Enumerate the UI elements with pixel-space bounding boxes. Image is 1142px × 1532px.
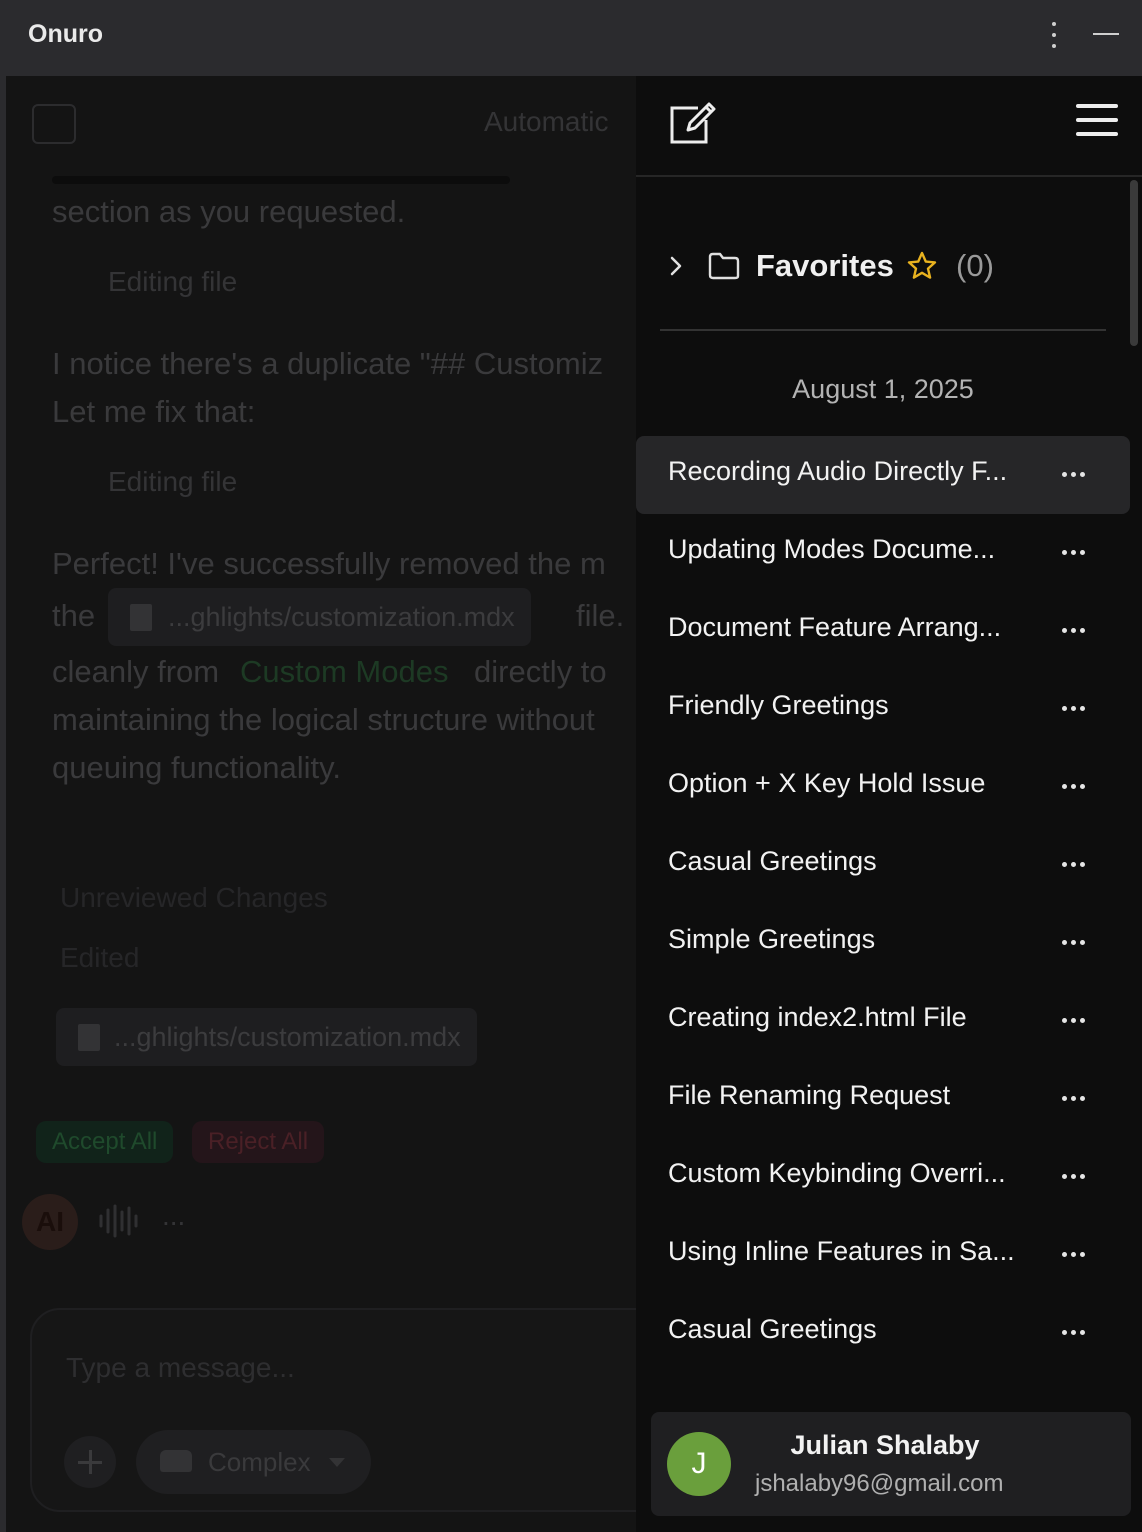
- conversation-item[interactable]: Creating index2.html File: [636, 982, 1130, 1060]
- more-options-icon[interactable]: [1062, 850, 1090, 880]
- user-email: jshalaby96@gmail.com: [755, 1470, 1004, 1497]
- conversation-title: Casual Greetings: [668, 846, 877, 876]
- chat-line-part: directly to: [474, 654, 607, 689]
- avatar: J: [667, 1432, 731, 1496]
- more-options-icon[interactable]: [1062, 538, 1090, 568]
- chat-line: section as you requested.: [52, 194, 406, 229]
- editing-file-status: Editing file: [108, 266, 238, 297]
- user-profile-card[interactable]: J Julian Shalaby jshalaby96@gmail.com: [651, 1412, 1131, 1516]
- chat-line-part: cleanly from: [52, 654, 220, 689]
- favorites-count: (0): [956, 248, 994, 283]
- chat-line: Let me fix that:: [52, 394, 256, 429]
- more-options-icon[interactable]: [1062, 460, 1090, 490]
- waveform-icon[interactable]: [98, 1204, 140, 1238]
- conversation-title: Custom Keybinding Overri...: [668, 1158, 1006, 1188]
- star-icon: [907, 251, 937, 279]
- conversation-item[interactable]: Using Inline Features in Sa...: [636, 1216, 1130, 1294]
- reject-all-button[interactable]: Reject All: [192, 1121, 325, 1163]
- accept-all-button[interactable]: Accept All: [36, 1121, 174, 1163]
- more-options-icon[interactable]: [1062, 772, 1090, 802]
- conversation-title: Friendly Greetings: [668, 690, 889, 720]
- chat-word: file.: [576, 598, 625, 633]
- more-options-icon[interactable]: [1062, 1318, 1090, 1348]
- minimize-icon[interactable]: [1093, 22, 1119, 46]
- more-options-icon[interactable]: [1062, 616, 1090, 646]
- context-folder-icon[interactable]: [32, 104, 76, 144]
- more-options-icon[interactable]: [1062, 928, 1090, 958]
- conversation-list: Recording Audio Directly F... Updating M…: [636, 436, 1130, 1372]
- title-bar: Onuro: [0, 0, 1142, 76]
- new-chat-icon[interactable]: [668, 98, 716, 146]
- conversation-sidebar: Favorites (0) August 1, 2025 Recording A…: [636, 76, 1142, 1532]
- custom-modes-link[interactable]: Custom Modes: [240, 648, 448, 696]
- conversation-item[interactable]: Option + X Key Hold Issue: [636, 748, 1130, 826]
- chat-panel: Automatic section as you requested. Edit…: [6, 76, 636, 1532]
- more-options-icon[interactable]: [1062, 694, 1090, 724]
- car-icon: [160, 1450, 192, 1472]
- file-chip[interactable]: ...ghlights/customization.mdx: [108, 588, 531, 646]
- conversation-title: Option + X Key Hold Issue: [668, 768, 986, 798]
- editing-file-status: Editing file: [108, 466, 238, 497]
- file-icon: [78, 1024, 100, 1051]
- conversation-item[interactable]: Friendly Greetings: [636, 670, 1130, 748]
- conversation-title: Recording Audio Directly F...: [668, 456, 1008, 486]
- conversation-title: Using Inline Features in Sa...: [668, 1236, 1015, 1266]
- conversation-item[interactable]: Document Feature Arrang...: [636, 592, 1130, 670]
- favorites-label: Favorites: [756, 248, 894, 283]
- file-chip-label: ...ghlights/customization.mdx: [168, 602, 515, 632]
- chat-line: Perfect! I've successfully removed the m: [52, 546, 606, 581]
- chat-line: I notice there's a duplicate "## Customi…: [52, 346, 604, 381]
- mode-selector[interactable]: Complex: [136, 1430, 371, 1494]
- chat-word: the: [52, 598, 96, 633]
- file-icon: [130, 604, 152, 631]
- attach-button[interactable]: [64, 1436, 116, 1488]
- caret-down-icon: [328, 1458, 345, 1467]
- edited-file-label: ...ghlights/customization.mdx: [114, 1022, 461, 1052]
- message-input-box[interactable]: Type a message... Complex: [30, 1308, 636, 1512]
- conversation-title: Casual Greetings: [668, 1314, 877, 1344]
- conversation-item[interactable]: Recording Audio Directly F...: [636, 436, 1130, 514]
- message-input[interactable]: Type a message...: [66, 1352, 295, 1384]
- conversation-item[interactable]: Custom Keybinding Overri...: [636, 1138, 1130, 1216]
- more-options-icon[interactable]: [1062, 1162, 1090, 1192]
- section-divider: [660, 329, 1106, 331]
- more-options-icon[interactable]: [1062, 1006, 1090, 1036]
- unreviewed-heading: Unreviewed Changes: [60, 882, 328, 913]
- menu-icon[interactable]: [1076, 102, 1120, 138]
- user-name: Julian Shalaby: [790, 1430, 980, 1460]
- conversation-title: Updating Modes Docume...: [668, 534, 996, 564]
- window-menu-icon[interactable]: [1050, 20, 1058, 50]
- chevron-right-icon[interactable]: [668, 254, 684, 278]
- conversation-item[interactable]: Casual Greetings: [636, 1294, 1130, 1372]
- edited-label: Edited: [60, 942, 140, 973]
- edited-file-chip[interactable]: ...ghlights/customization.mdx: [56, 1008, 477, 1066]
- more-options-icon[interactable]: [1062, 1084, 1090, 1114]
- assistant-avatar: AI: [22, 1194, 78, 1250]
- conversation-title: File Renaming Request: [668, 1080, 951, 1110]
- date-heading: August 1, 2025: [792, 374, 974, 404]
- conversation-item[interactable]: Updating Modes Docume...: [636, 514, 1130, 592]
- message-more-icon[interactable]: ...: [162, 1200, 185, 1232]
- conversation-item[interactable]: File Renaming Request: [636, 1060, 1130, 1138]
- conversation-item[interactable]: Casual Greetings: [636, 826, 1130, 904]
- conversation-title: Simple Greetings: [668, 924, 876, 954]
- divider-bar: [52, 176, 510, 184]
- mode-label: Complex: [208, 1447, 311, 1477]
- chat-line: queuing functionality.: [52, 750, 341, 785]
- conversation-item[interactable]: Simple Greetings: [636, 904, 1130, 982]
- favorites-folder[interactable]: Favorites (0): [636, 236, 1142, 298]
- chat-line: maintaining the logical structure withou…: [52, 702, 595, 737]
- folder-icon: [708, 252, 740, 280]
- more-options-icon[interactable]: [1062, 1240, 1090, 1270]
- conversation-title: Creating index2.html File: [668, 1002, 967, 1032]
- sidebar-header: [636, 76, 1142, 177]
- app-title: Onuro: [28, 20, 103, 48]
- chat-header-label: Automatic: [484, 106, 609, 137]
- conversation-title: Document Feature Arrang...: [668, 612, 1002, 642]
- app-window: Onuro Automatic section as you requested…: [0, 0, 1142, 1532]
